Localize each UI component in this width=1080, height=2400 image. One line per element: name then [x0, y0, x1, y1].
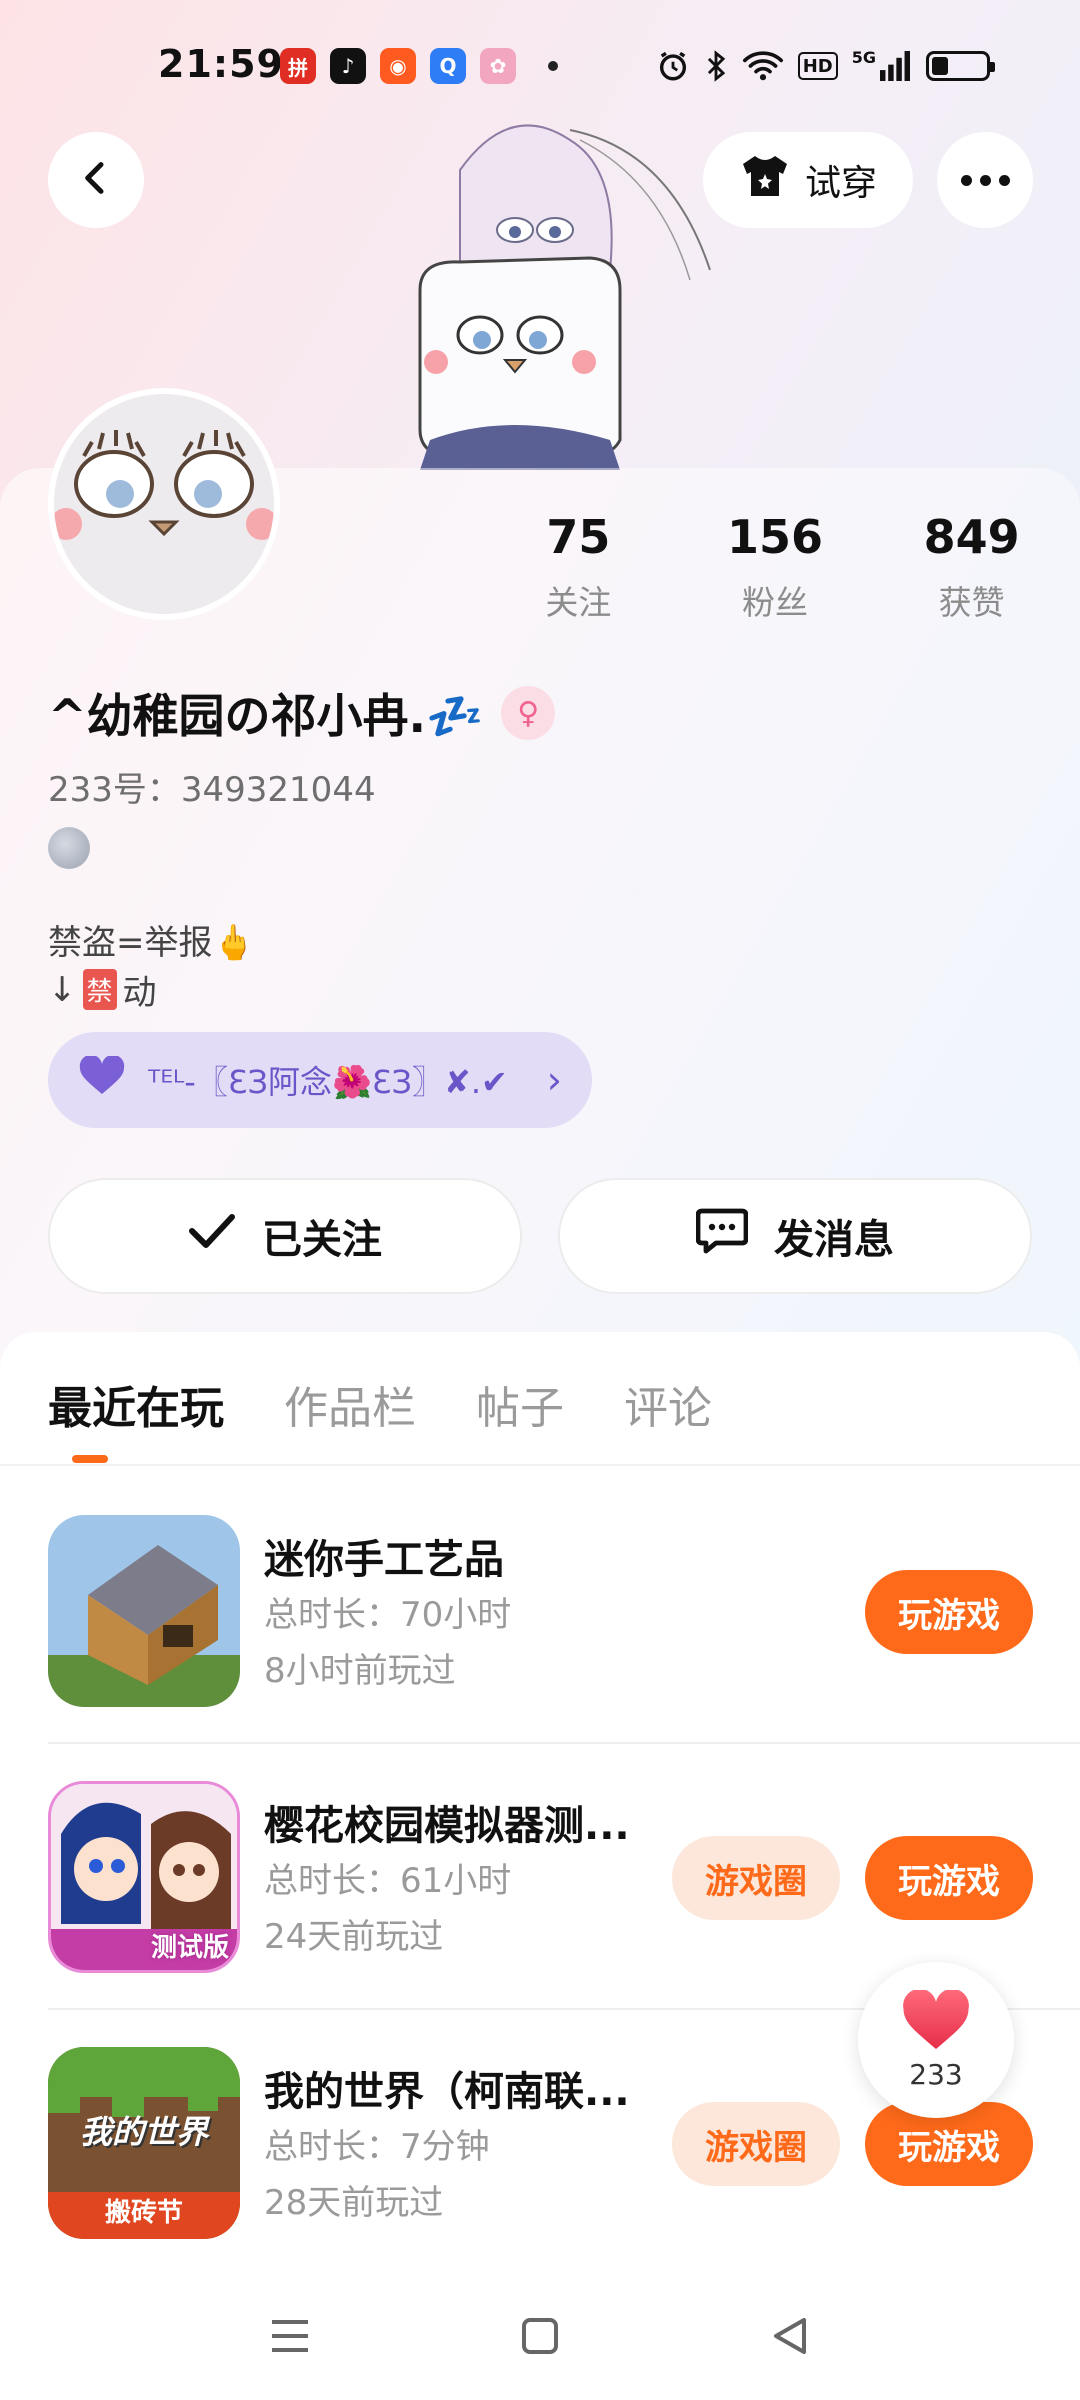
- game-duration: 总时长：61小时: [264, 1861, 512, 1901]
- game-last-played: 8小时前玩过: [264, 1651, 456, 1691]
- game-duration: 总时长：70小时: [264, 1595, 512, 1635]
- browser-icon: Q: [430, 48, 466, 84]
- game-row[interactable]: 测试版 樱花校园模拟器测... 总时长：61小时 24天前玩过 游戏圈 玩游戏: [48, 1781, 1080, 1977]
- pinduoduo-icon: 拼: [280, 48, 316, 84]
- more-dot: [960, 174, 972, 186]
- game-app-icon: ✿: [480, 48, 516, 84]
- game-icon-minecraft[interactable]: 我的世界 搬砖节: [48, 2047, 240, 2239]
- back-triangle-icon[interactable]: [770, 2316, 810, 2360]
- row-divider: [48, 1742, 1080, 1744]
- like-floating-button[interactable]: 233: [858, 1962, 1014, 2118]
- chevron-left-icon: [76, 158, 116, 202]
- username-text: ^幼稚园の祁小冉.💤: [48, 689, 484, 743]
- game-title: 樱花校园模拟器测...: [264, 1803, 630, 1849]
- more-dot: [998, 174, 1010, 186]
- tab-comments[interactable]: 评论: [624, 1372, 712, 1436]
- female-gender-icon: ♀: [501, 686, 556, 740]
- stat-following-label: 关注: [545, 583, 612, 622]
- like-count: 233: [909, 2057, 963, 2091]
- chat-bubble-icon: [695, 1207, 749, 1265]
- game-title: 迷你手工艺品: [264, 1537, 504, 1583]
- game-row[interactable]: 迷你手工艺品 总时长：70小时 8小时前玩过 玩游戏: [48, 1515, 1080, 1711]
- bio-line-2-suffix: 动: [122, 973, 157, 1013]
- profile-stats: 75 关注 156 粉丝 849 获赞: [480, 510, 1070, 624]
- moon-status-icon: [48, 827, 90, 869]
- game-duration: 总时长：7分钟: [264, 2127, 490, 2167]
- chevron-right-icon: ›: [546, 1058, 562, 1102]
- status-indicators: HD 5G: [656, 48, 995, 84]
- stat-likes[interactable]: 849 获赞: [873, 510, 1070, 624]
- stat-following-count: 75: [546, 510, 611, 564]
- play-game-button[interactable]: 玩游戏: [865, 1570, 1033, 1654]
- bio-line-2: ↓ 禁 动: [48, 965, 157, 1014]
- stat-followers-label: 粉丝: [742, 583, 808, 622]
- followed-button[interactable]: 已关注: [48, 1178, 522, 1294]
- profile-banner-illustration: [370, 110, 730, 470]
- tabs-divider: [0, 1464, 1080, 1466]
- fan-badge-text: ᵀᴱᴸ-〖ƐЗ阿念🌺ƐЗ〗✘.✔: [148, 1063, 508, 1101]
- stat-followers-count: 156: [726, 510, 824, 564]
- system-nav-bar: [0, 2276, 1080, 2400]
- tshirt-icon: [739, 154, 791, 207]
- status-app-icons: 拼 ♪ ◉ Q ✿: [280, 48, 558, 84]
- bio-line-2-prefix: ↓: [48, 969, 77, 1010]
- test-version-badge: 测试版: [150, 1933, 229, 1963]
- play-game-button[interactable]: 玩游戏: [865, 1836, 1033, 1920]
- menu-icon[interactable]: [270, 2318, 310, 2358]
- bluetooth-icon: [704, 48, 728, 84]
- minecraft-logo-text: 我的世界: [79, 2113, 208, 2151]
- forbidden-badge: 禁: [82, 969, 117, 1010]
- active-tab-indicator: [72, 1455, 108, 1463]
- send-message-button[interactable]: 发消息: [558, 1178, 1032, 1294]
- tab-works[interactable]: 作品栏: [284, 1372, 416, 1436]
- try-on-label: 试穿: [804, 163, 877, 204]
- game-last-played: 28天前玩过: [264, 2183, 444, 2223]
- signal-label: 5G: [851, 48, 876, 67]
- avatar[interactable]: [48, 388, 280, 620]
- more-options-button[interactable]: [937, 132, 1033, 228]
- hd-icon: HD: [797, 52, 838, 80]
- checkmark-icon: [188, 1211, 236, 1261]
- game-icon-mini-crafts[interactable]: [48, 1515, 240, 1707]
- alarm-icon: [656, 48, 690, 84]
- status-time: 21:59: [158, 42, 284, 86]
- game-circle-button[interactable]: 游戏圈: [672, 2102, 840, 2186]
- game-circle-button[interactable]: 游戏圈: [672, 1836, 840, 1920]
- stat-following[interactable]: 75 关注: [480, 510, 677, 624]
- more-dot: [979, 174, 991, 186]
- bio-line-1: 禁盗=举报🖕: [48, 923, 255, 963]
- tab-posts[interactable]: 帖子: [476, 1372, 564, 1436]
- heart-icon: [78, 1054, 126, 1104]
- fan-group-badge[interactable]: ᵀᴱᴸ-〖ƐЗ阿念🌺ƐЗ〗✘.✔ ›: [48, 1032, 592, 1128]
- signal-icon: 5G: [852, 48, 912, 84]
- user-id: 233号：349321044: [48, 770, 376, 810]
- heart-icon: [900, 1988, 972, 2056]
- brick-festival-badge: 搬砖节: [104, 2198, 183, 2228]
- back-button[interactable]: [48, 132, 144, 228]
- stat-likes-label: 获赞: [938, 583, 1005, 622]
- battery-icon: [926, 51, 995, 81]
- try-on-button[interactable]: 试穿: [703, 132, 913, 228]
- username: ^幼稚园の祁小冉.💤 ♀: [48, 680, 556, 746]
- send-message-label: 发消息: [774, 1217, 894, 1263]
- home-square-icon[interactable]: [520, 2316, 560, 2360]
- stat-followers[interactable]: 156 粉丝: [677, 510, 874, 624]
- stat-likes-count: 849: [923, 510, 1020, 564]
- wifi-icon: [742, 48, 784, 84]
- more-notifications-dot: [548, 61, 558, 71]
- content-sheet: 最近在玩 作品栏 帖子 评论 迷你手工艺品 总时长：70小时 8小时前玩过 玩游…: [0, 1332, 1080, 2400]
- game-last-played: 24天前玩过: [264, 1917, 444, 1957]
- tab-recently-played[interactable]: 最近在玩: [48, 1372, 224, 1436]
- followed-label: 已关注: [262, 1217, 382, 1263]
- profile-tabs: 最近在玩 作品栏 帖子 评论: [48, 1372, 712, 1436]
- weibo-icon: ◉: [380, 48, 416, 84]
- game-icon-sakura-school[interactable]: 测试版: [48, 1781, 240, 1973]
- tiktok-icon: ♪: [330, 48, 366, 84]
- game-title: 我的世界（柯南联...: [264, 2069, 630, 2115]
